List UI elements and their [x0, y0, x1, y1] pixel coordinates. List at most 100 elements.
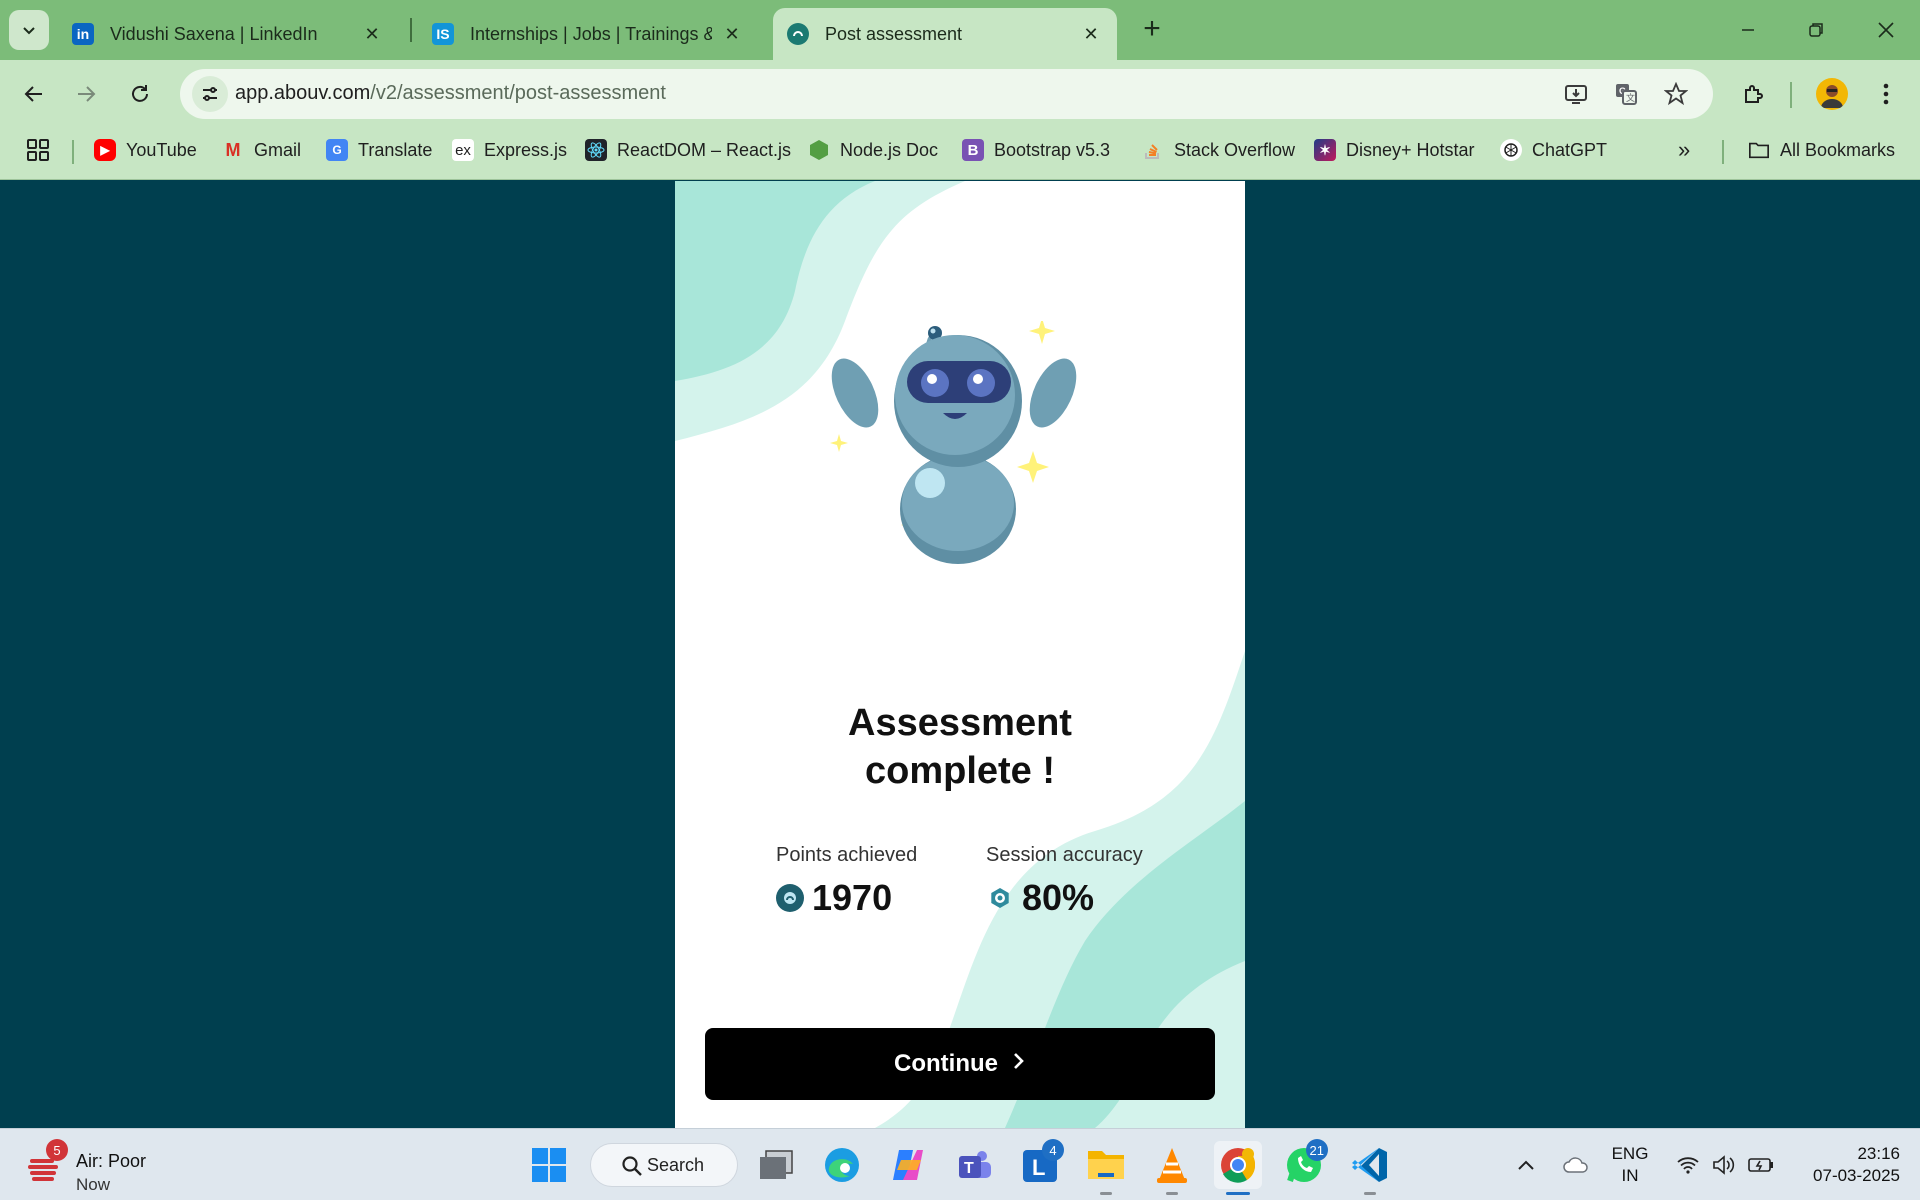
vscode-button[interactable] [1346, 1141, 1394, 1195]
puzzle-icon [1745, 85, 1763, 103]
completion-heading: Assessment complete ! [675, 699, 1245, 795]
bookmark-label: ReactDOM – React.js [617, 139, 792, 160]
url-text[interactable]: app.abouv.com/v2/assessment/post-assessm… [235, 82, 666, 105]
task-view-button[interactable] [752, 1141, 800, 1189]
tab-separator [410, 18, 412, 42]
onedrive-button[interactable] [1560, 1145, 1592, 1185]
points-value: 1970 [812, 877, 893, 918]
battery-button[interactable] [1746, 1145, 1776, 1185]
whatsapp-button[interactable]: 21 [1280, 1139, 1328, 1189]
bookmark-separator [1722, 140, 1724, 164]
chevron-up-icon [1518, 1160, 1534, 1170]
taskbar-search[interactable]: Search [590, 1143, 738, 1187]
bookmark-chatgpt[interactable]: ChatGPT [1500, 136, 1607, 164]
search-icon [622, 1156, 642, 1176]
bootstrap-icon: B [962, 139, 984, 161]
bookmark-label: Disney+ Hotstar [1346, 139, 1475, 160]
notification-badge: 4 [1042, 1139, 1064, 1161]
profile-avatar[interactable] [1816, 78, 1848, 110]
wifi-button[interactable] [1674, 1145, 1702, 1185]
bookmark-react[interactable]: ReactDOM – React.js [585, 136, 791, 164]
browser-menu-button[interactable] [1866, 74, 1906, 114]
file-explorer-button[interactable] [1082, 1141, 1130, 1195]
more-bookmarks-button[interactable]: » [1678, 136, 1690, 164]
install-app-icon[interactable] [1560, 78, 1592, 110]
start-button[interactable] [525, 1141, 573, 1189]
bookmark-express[interactable]: ex Express.js [452, 136, 567, 164]
edge-icon [825, 1148, 859, 1182]
show-hidden-icons-button[interactable] [1514, 1145, 1538, 1185]
bookmark-label: Stack Overflow [1174, 139, 1296, 160]
bookmark-label: Node.js Doc [840, 139, 939, 160]
windows-taskbar: 5 Air: Poor Now Search T L 4 21 ENG IN 2… [0, 1128, 1920, 1200]
bookmark-label: Translate [358, 139, 433, 160]
teams-button[interactable]: T [950, 1141, 998, 1189]
tab-search-button[interactable] [9, 10, 49, 50]
tab-linkedin[interactable]: in Vidushi Saxena | LinkedIn ✕ [58, 8, 398, 60]
bookmark-star-icon[interactable] [1660, 78, 1692, 110]
express-icon: ex [452, 139, 474, 161]
more-vertical-icon [1883, 83, 1889, 105]
forward-button[interactable] [66, 74, 106, 114]
launcher-app-button[interactable]: L 4 [1016, 1139, 1064, 1189]
extensions-button[interactable] [1734, 74, 1774, 114]
vlc-icon [1157, 1148, 1187, 1183]
svg-text:T: T [964, 1160, 974, 1177]
page-viewport: Assessment complete ! Points achieved 19… [0, 181, 1920, 1128]
robot-illustration [830, 321, 1077, 564]
address-bar[interactable]: app.abouv.com/v2/assessment/post-assessm… [180, 69, 1713, 119]
points-stat: Points achieved 1970 [776, 844, 917, 919]
apps-grid-button[interactable] [26, 136, 50, 164]
bookmark-stackoverflow[interactable]: Stack Overflow [1142, 136, 1295, 164]
gmail-icon: M [225, 139, 241, 160]
weather-widget[interactable]: 5 Air: Poor Now [28, 1139, 188, 1194]
minimize-button[interactable] [1728, 10, 1768, 50]
tab-internshala[interactable]: IS Internships | Jobs | Trainings & I ✕ [418, 8, 758, 60]
translate-page-icon[interactable]: G文 [1610, 78, 1642, 110]
bookmark-gmail[interactable]: M Gmail [222, 136, 302, 164]
accuracy-stat: Session accuracy 80% [986, 844, 1143, 919]
nodejs-icon [808, 139, 830, 161]
url-path: /v2/assessment/post-assessment [370, 82, 666, 104]
region-code: IN [1621, 1166, 1639, 1185]
close-tab-icon[interactable]: ✕ [1079, 22, 1103, 46]
close-window-button[interactable] [1866, 10, 1906, 50]
bookmark-youtube[interactable]: ▶ YouTube [94, 136, 197, 164]
heading-line-2: complete ! [864, 750, 1056, 792]
heading-line-1: Assessment [848, 702, 1072, 744]
points-label: Points achieved [776, 844, 918, 866]
teams-icon: T [959, 1151, 991, 1178]
back-button[interactable] [14, 74, 54, 114]
continue-label: Continue [894, 1050, 998, 1077]
edge-button[interactable] [818, 1141, 866, 1189]
bookmark-nodejs[interactable]: Node.js Doc [808, 136, 938, 164]
windows-icon [532, 1148, 566, 1182]
clock-time: 23:16 [1857, 1144, 1900, 1163]
new-tab-button[interactable]: + [1135, 12, 1169, 46]
tab-strip: in Vidushi Saxena | LinkedIn ✕ IS Intern… [0, 0, 1920, 60]
browser-toolbar: app.abouv.com/v2/assessment/post-assessm… [0, 60, 1920, 180]
running-indicator [1100, 1192, 1112, 1195]
bookmark-translate[interactable]: G Translate [326, 136, 432, 164]
close-tab-icon[interactable]: ✕ [360, 22, 384, 46]
reload-button[interactable] [120, 74, 160, 114]
bookmark-bootstrap[interactable]: B Bootstrap v5.3 [962, 136, 1110, 164]
clock-button[interactable]: 23:16 07-03-2025 [1790, 1143, 1900, 1187]
bookmark-hotstar[interactable]: ✶ Disney+ Hotstar [1314, 136, 1475, 164]
chrome-button[interactable] [1214, 1141, 1262, 1195]
copilot-button[interactable] [884, 1141, 932, 1189]
close-tab-icon[interactable]: ✕ [720, 22, 744, 46]
tab-title: Post assessment [825, 23, 963, 44]
tab-post-assessment[interactable]: Post assessment ✕ [773, 8, 1117, 60]
bookmarks-bar: ▶ YouTube M Gmail G Translate ex Express… [0, 126, 1920, 174]
bookmark-label: All Bookmarks [1780, 139, 1896, 160]
input-language-button[interactable]: ENG IN [1610, 1143, 1650, 1187]
running-indicator [1364, 1192, 1376, 1195]
youtube-icon: ▶ [94, 139, 116, 161]
volume-button[interactable] [1710, 1145, 1738, 1185]
vlc-button[interactable] [1148, 1141, 1196, 1195]
restore-button[interactable] [1796, 10, 1836, 50]
site-info-icon[interactable] [192, 76, 228, 112]
all-bookmarks-button[interactable]: All Bookmarks [1748, 136, 1895, 164]
continue-button[interactable]: Continue [705, 1028, 1215, 1100]
